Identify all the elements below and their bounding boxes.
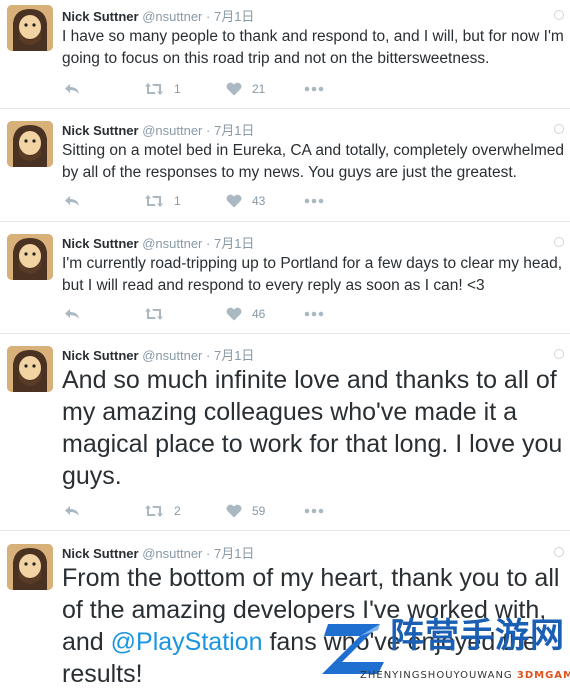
avatar[interactable] bbox=[7, 121, 53, 167]
separator: · bbox=[206, 546, 211, 561]
separator: · bbox=[206, 9, 211, 24]
author-name[interactable]: Nick Suttner bbox=[62, 546, 139, 561]
retweet-icon bbox=[145, 83, 163, 95]
separator: · bbox=[206, 348, 211, 363]
tweet-date[interactable]: 7月1日 bbox=[214, 236, 254, 251]
tweet-header: Nick Suttner @nsuttner · 7月1日 bbox=[62, 233, 254, 252]
tweet-header: Nick Suttner @nsuttner · 7月1日 bbox=[62, 345, 254, 364]
retweet-count: 1 bbox=[174, 194, 181, 208]
retweet-button[interactable] bbox=[144, 305, 174, 323]
like-button[interactable]: 46 bbox=[226, 305, 265, 323]
tweet-date[interactable]: 7月1日 bbox=[214, 348, 254, 363]
tweet-date[interactable]: 7月1日 bbox=[214, 546, 254, 561]
author-handle[interactable]: @nsuttner bbox=[142, 236, 202, 251]
tweet-text: And so much infinite love and thanks to … bbox=[62, 366, 563, 490]
author-handle[interactable]: @nsuttner bbox=[142, 546, 202, 561]
more-icon bbox=[304, 508, 324, 514]
more-button[interactable] bbox=[304, 305, 324, 323]
avatar[interactable] bbox=[7, 5, 53, 51]
watermark-title: 阵营手游网 bbox=[390, 616, 565, 656]
watermark-logo-icon bbox=[322, 624, 384, 674]
reply-icon bbox=[65, 84, 79, 94]
retweet-button[interactable]: 1 bbox=[144, 80, 181, 98]
avatar[interactable] bbox=[7, 234, 53, 280]
like-button[interactable]: 43 bbox=[226, 192, 265, 210]
avatar-image bbox=[7, 544, 53, 590]
author-handle[interactable]: @nsuttner bbox=[142, 9, 202, 24]
avatar-image bbox=[7, 346, 53, 392]
tweet-text: Sitting on a motel bed in Eureka, CA and… bbox=[62, 142, 565, 181]
author-name[interactable]: Nick Suttner bbox=[62, 348, 139, 363]
retweet-icon bbox=[145, 308, 163, 320]
separator: · bbox=[206, 123, 211, 138]
more-options-icon[interactable] bbox=[554, 547, 564, 557]
more-button[interactable] bbox=[304, 502, 324, 520]
like-button[interactable]: 59 bbox=[226, 502, 265, 520]
author-handle[interactable]: @nsuttner bbox=[142, 123, 202, 138]
tweet-text: I have so many people to thank and respo… bbox=[62, 28, 564, 67]
watermark-subtitle-text: ZHENYINGSHOUYOUWANG bbox=[360, 670, 513, 681]
avatar-image bbox=[7, 234, 53, 280]
like-count: 21 bbox=[252, 82, 266, 96]
tweet-1[interactable]: Nick Suttner @nsuttner · 7月1日 I have so … bbox=[0, 0, 570, 109]
avatar-image bbox=[7, 5, 53, 51]
reply-button[interactable] bbox=[64, 192, 80, 210]
heart-icon bbox=[226, 307, 242, 321]
retweet-button[interactable]: 1 bbox=[144, 192, 181, 210]
retweet-count: 1 bbox=[174, 82, 181, 96]
separator: · bbox=[206, 236, 211, 251]
tweet-header: Nick Suttner @nsuttner · 7月1日 bbox=[62, 543, 254, 562]
reply-icon bbox=[65, 506, 79, 516]
author-name[interactable]: Nick Suttner bbox=[62, 9, 139, 24]
tweet-text: I'm currently road-tripping up to Portla… bbox=[62, 255, 563, 294]
avatar-image bbox=[7, 121, 53, 167]
tweet-4[interactable]: Nick Suttner @nsuttner · 7月1日 And so muc… bbox=[0, 334, 570, 531]
mention-link[interactable]: @PlayStation bbox=[111, 628, 263, 656]
more-button[interactable] bbox=[304, 192, 324, 210]
retweet-button[interactable]: 2 bbox=[144, 502, 181, 520]
heart-icon bbox=[226, 504, 242, 518]
reply-icon bbox=[65, 196, 79, 206]
retweet-count: 2 bbox=[174, 504, 181, 518]
like-count: 43 bbox=[252, 194, 266, 208]
reply-icon bbox=[65, 309, 79, 319]
more-options-icon[interactable] bbox=[554, 349, 564, 359]
tweet-3[interactable]: Nick Suttner @nsuttner · 7月1日 I'm curren… bbox=[0, 222, 570, 334]
author-name[interactable]: Nick Suttner bbox=[62, 236, 139, 251]
retweet-icon bbox=[145, 195, 163, 207]
like-count: 46 bbox=[252, 307, 266, 321]
more-options-icon[interactable] bbox=[554, 237, 564, 247]
retweet-icon bbox=[145, 505, 163, 517]
heart-icon bbox=[226, 82, 242, 96]
watermark-brand: 3DMGAME bbox=[516, 670, 570, 681]
more-icon bbox=[304, 86, 324, 92]
avatar[interactable] bbox=[7, 346, 53, 392]
tweet-date[interactable]: 7月1日 bbox=[214, 9, 254, 24]
like-button[interactable]: 21 bbox=[226, 80, 265, 98]
like-count: 59 bbox=[252, 504, 266, 518]
tweet-header: Nick Suttner @nsuttner · 7月1日 bbox=[62, 6, 254, 25]
reply-button[interactable] bbox=[64, 502, 80, 520]
tweet-2[interactable]: Nick Suttner @nsuttner · 7月1日 Sitting on… bbox=[0, 109, 570, 222]
more-icon bbox=[304, 198, 324, 204]
tweet-date[interactable]: 7月1日 bbox=[214, 123, 254, 138]
more-options-icon[interactable] bbox=[554, 124, 564, 134]
more-options-icon[interactable] bbox=[554, 10, 564, 20]
watermark: 阵营手游网 ZHENYINGSHOUYOUWANG 3DMGAME bbox=[300, 608, 570, 693]
watermark-subtitle: ZHENYINGSHOUYOUWANG 3DMGAME bbox=[360, 670, 570, 681]
more-icon bbox=[304, 311, 324, 317]
reply-button[interactable] bbox=[64, 80, 80, 98]
tweet-header: Nick Suttner @nsuttner · 7月1日 bbox=[62, 120, 254, 139]
more-button[interactable] bbox=[304, 80, 324, 98]
reply-button[interactable] bbox=[64, 305, 80, 323]
author-name[interactable]: Nick Suttner bbox=[62, 123, 139, 138]
avatar[interactable] bbox=[7, 544, 53, 590]
author-handle[interactable]: @nsuttner bbox=[142, 348, 202, 363]
heart-icon bbox=[226, 194, 242, 208]
